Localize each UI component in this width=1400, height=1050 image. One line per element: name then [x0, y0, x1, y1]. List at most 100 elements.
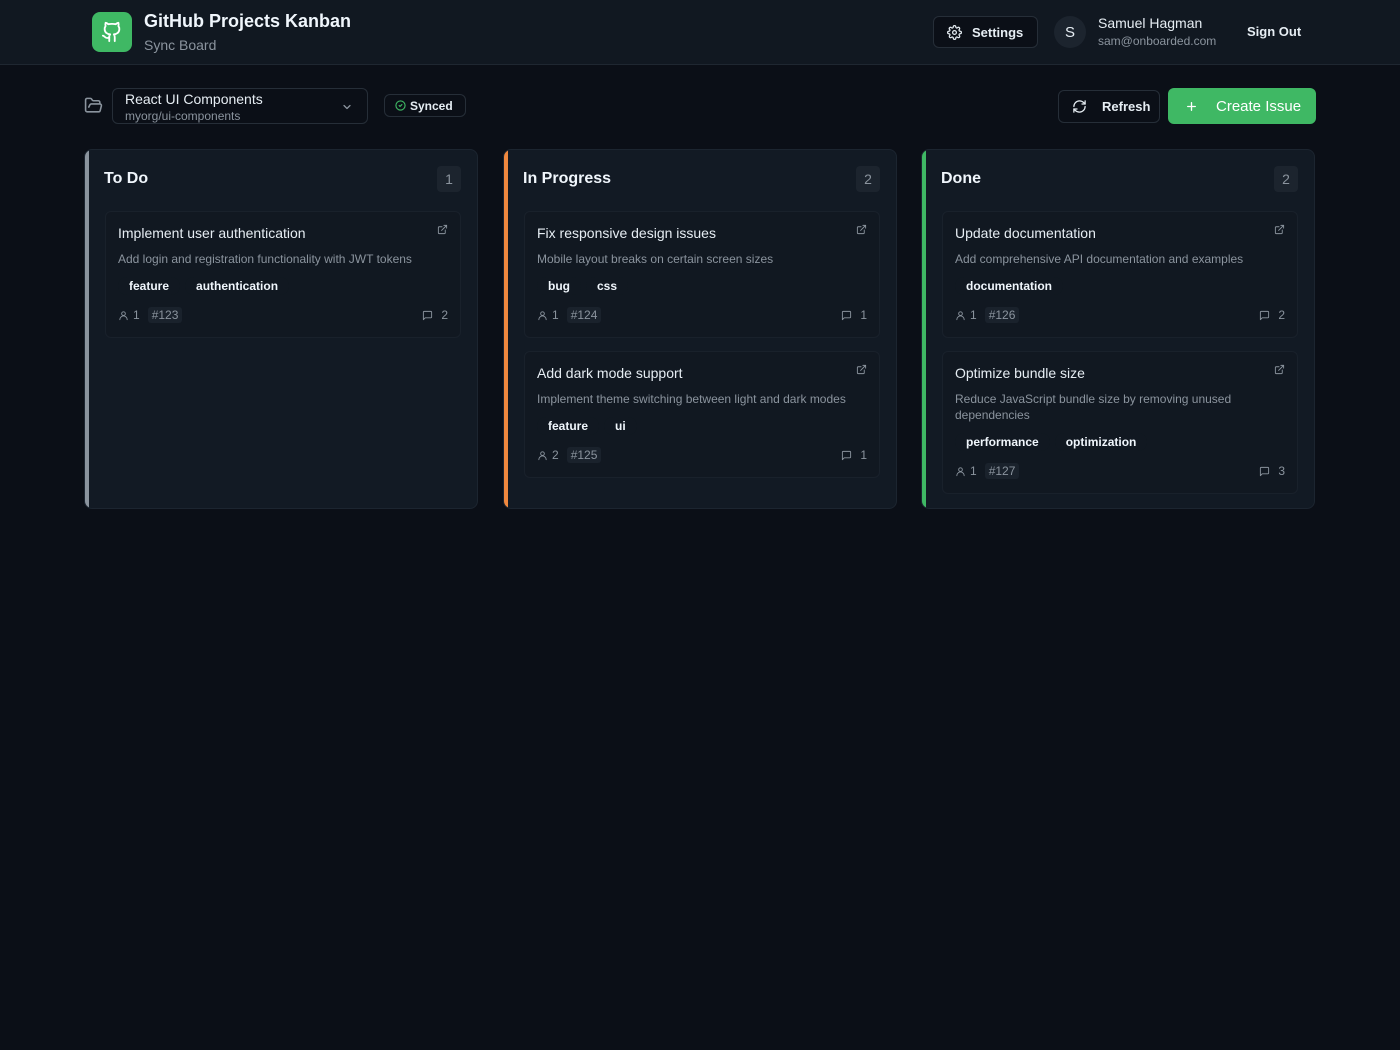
card-title: Fix responsive design issues	[537, 225, 716, 241]
label-tag: documentation	[955, 277, 1063, 295]
external-link-icon[interactable]	[856, 364, 867, 375]
column-accent-bar	[85, 150, 89, 508]
assignees: 2	[537, 448, 559, 462]
card-title: Add dark mode support	[537, 365, 683, 381]
card-labels: feature authentication	[118, 277, 290, 295]
refresh-button[interactable]: Refresh	[1058, 90, 1160, 123]
comment-icon	[1260, 466, 1270, 476]
assignees: 1	[955, 308, 977, 322]
settings-button[interactable]: Settings	[933, 16, 1038, 48]
assignee-count: 1	[970, 308, 977, 322]
user-icon	[956, 466, 965, 476]
card-meta: 2 #125 1	[537, 446, 867, 464]
issue-number: #123	[147, 307, 183, 323]
settings-label: Settings	[972, 24, 1024, 40]
comments: 2	[422, 308, 448, 322]
issue-card[interactable]: Update documentation Add comprehensive A…	[942, 211, 1298, 338]
card-labels: documentation	[955, 277, 1063, 295]
user-icon	[538, 310, 547, 320]
column-title: Done	[941, 170, 981, 187]
card-meta: 1 #123 2	[118, 306, 448, 324]
issue-number: #126	[984, 307, 1020, 323]
issue-card[interactable]: Implement user authentication Add login …	[105, 211, 461, 338]
external-link-icon[interactable]	[856, 224, 867, 235]
external-link-icon[interactable]	[1274, 364, 1285, 375]
app-title: GitHub Projects Kanban	[144, 11, 352, 31]
card-labels: bug css	[537, 277, 629, 295]
comment-icon	[1260, 310, 1270, 320]
comments: 1	[841, 308, 867, 322]
card-labels: feature ui	[537, 417, 637, 435]
app-header: GitHub Projects Kanban Sync Board Settin…	[0, 0, 1400, 65]
create-issue-button[interactable]: Create Issue	[1168, 88, 1316, 124]
card-title: Update documentation	[955, 225, 1096, 241]
assignees: 1	[537, 308, 559, 322]
card-title: Implement user authentication	[118, 225, 306, 241]
gear-icon	[947, 24, 962, 40]
external-link-icon[interactable]	[1274, 224, 1285, 235]
column-title: In Progress	[523, 170, 612, 187]
user-icon	[956, 310, 965, 320]
assignee-count: 1	[133, 308, 140, 322]
comments: 3	[1259, 464, 1285, 478]
label-tag: css	[586, 277, 629, 295]
assignees: 1	[955, 464, 977, 478]
comment-count: 2	[1278, 308, 1285, 322]
issue-card[interactable]: Add dark mode support Implement theme sw…	[524, 351, 880, 478]
comment-count: 1	[860, 448, 867, 462]
card-meta: 1 #126 2	[955, 306, 1285, 324]
label-tag: performance	[955, 433, 1050, 451]
user-icon	[119, 310, 128, 320]
project-select[interactable]: React UI Components myorg/ui-components	[112, 88, 368, 124]
card-description: Add comprehensive API documentation and …	[955, 252, 1244, 266]
column-count: 1	[437, 166, 461, 192]
user-icon	[538, 450, 547, 460]
comments: 1	[841, 448, 867, 462]
card-labels: performance optimization	[955, 433, 1148, 451]
chevron-down-icon	[343, 104, 351, 110]
comment-count: 2	[441, 308, 448, 322]
issue-number: #125	[566, 447, 602, 463]
card-description: Mobile layout breaks on certain screen s…	[537, 252, 774, 266]
comments: 2	[1259, 308, 1285, 322]
project-name: React UI Components	[125, 91, 263, 107]
issue-number: #127	[984, 463, 1020, 479]
external-link-icon[interactable]	[437, 224, 448, 235]
label-tag: authentication	[185, 277, 290, 295]
column-in-progress: In Progress 2 Fix responsive design issu…	[503, 149, 897, 509]
label-tag: optimization	[1054, 433, 1148, 451]
comment-icon	[842, 450, 852, 460]
assignee-count: 1	[970, 464, 977, 478]
comment-icon	[842, 310, 852, 320]
check-circle-icon	[395, 100, 406, 111]
user-email: sam@onboarded.com	[1098, 34, 1217, 48]
column-accent-bar	[504, 150, 508, 508]
create-issue-label: Create Issue	[1216, 97, 1302, 115]
github-logo-icon	[92, 12, 132, 52]
sign-out-button[interactable]: Sign Out	[1247, 24, 1301, 39]
folder-open-icon	[84, 97, 103, 113]
sync-status-badge: Synced	[384, 94, 466, 117]
issue-number: #124	[566, 307, 602, 323]
refresh-icon	[1073, 100, 1086, 113]
card-meta: 1 #124 1	[537, 306, 867, 324]
column-title: To Do	[104, 170, 149, 187]
app-subtitle: Sync Board	[144, 37, 217, 53]
issue-card[interactable]: Optimize bundle size Reduce JavaScript b…	[942, 351, 1298, 494]
project-repo: myorg/ui-components	[125, 109, 241, 123]
column-count: 2	[1274, 166, 1298, 192]
label-tag: bug	[537, 277, 581, 295]
card-title: Optimize bundle size	[955, 365, 1085, 381]
column-todo: To Do 1 Implement user authentication Ad…	[84, 149, 478, 509]
avatar[interactable]: S	[1054, 16, 1086, 48]
issue-card[interactable]: Fix responsive design issues Mobile layo…	[524, 211, 880, 338]
label-tag: ui	[604, 417, 637, 435]
user-name: Samuel Hagman	[1098, 15, 1203, 31]
card-description: Implement theme switching between light …	[537, 392, 846, 406]
card-description: Add login and registration functionality…	[118, 252, 412, 266]
assignees: 1	[118, 308, 140, 322]
sync-status-label: Synced	[410, 98, 453, 113]
refresh-label: Refresh	[1102, 99, 1151, 114]
assignee-count: 2	[552, 448, 559, 462]
column-accent-bar	[922, 150, 926, 508]
